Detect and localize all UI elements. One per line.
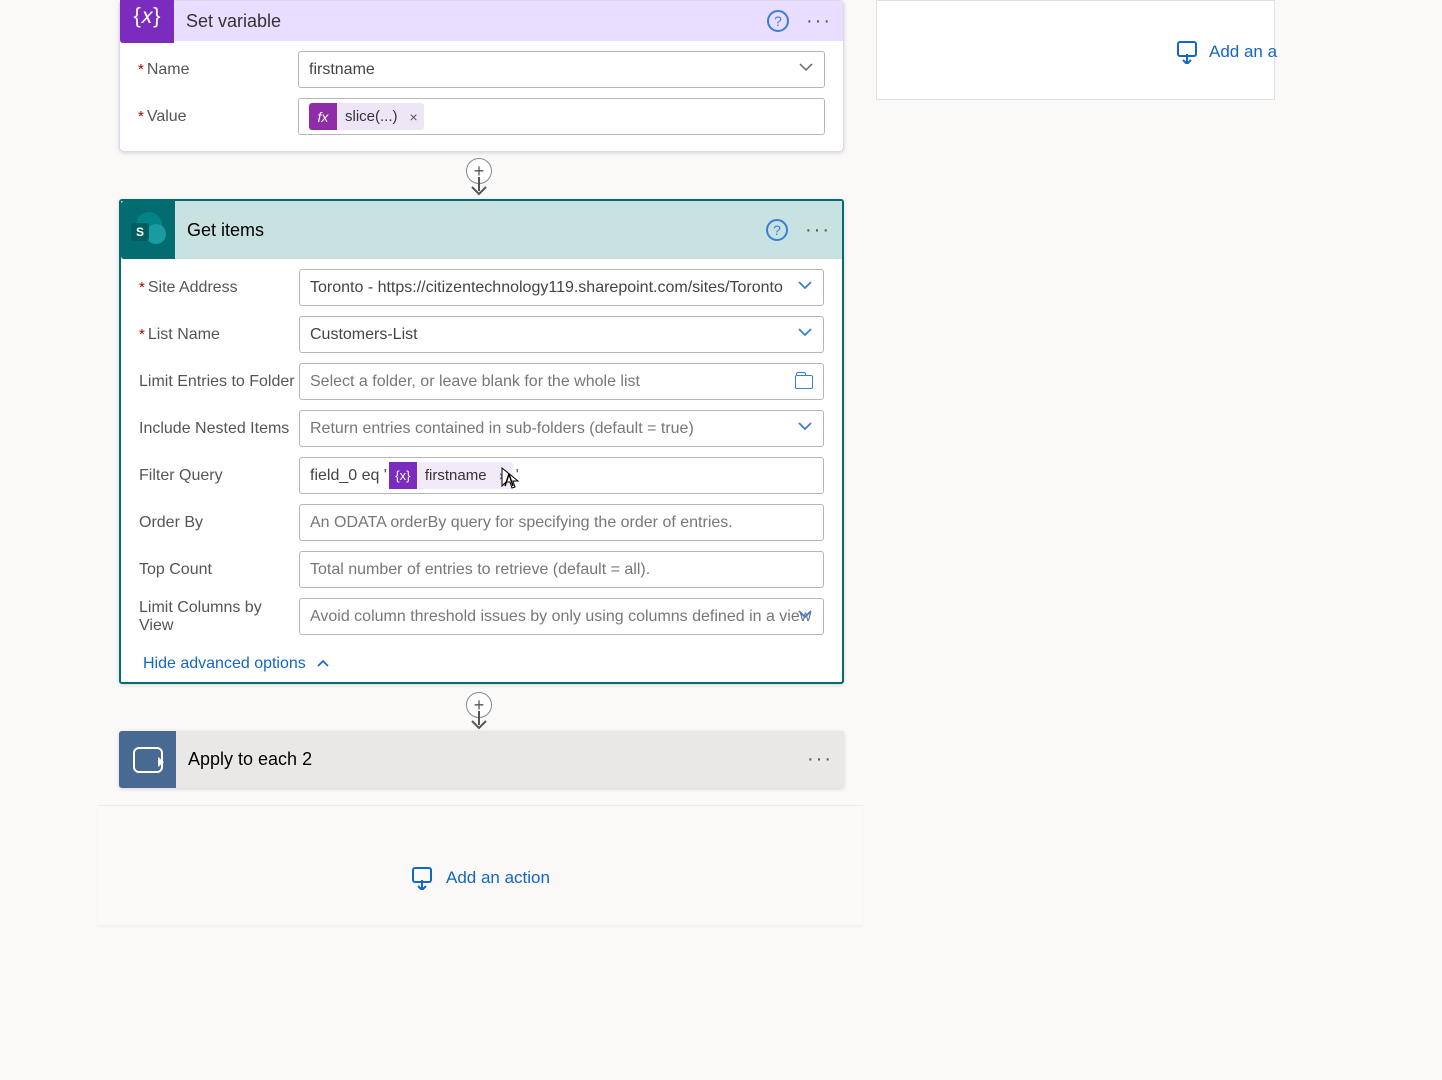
list-name-label: *List Name (139, 326, 299, 344)
value-label: *Value (138, 108, 298, 126)
filter-trailing-quote: ' (516, 467, 519, 485)
folder-picker-icon[interactable] (795, 375, 813, 389)
chevron-down-icon (797, 418, 813, 439)
apply-to-each-title: Apply to each 2 (176, 749, 804, 770)
limit-columns-dropdown[interactable]: Avoid column threshold issues by only us… (299, 598, 824, 635)
remove-token-button[interactable]: × (493, 468, 513, 484)
limit-columns-label: Limit Columns by View (139, 599, 299, 635)
add-action-button[interactable]: Add an action (410, 866, 550, 890)
get-items-header[interactable]: S Get items ? ··· (121, 201, 842, 259)
more-menu-button[interactable]: ··· (804, 748, 844, 771)
token-text: firstname (417, 467, 493, 484)
site-address-label: *Site Address (139, 279, 299, 297)
site-address-value: Toronto - https://citizentechnology119.s… (310, 279, 783, 297)
order-by-label: Order By (139, 514, 299, 532)
loop-icon (119, 731, 176, 788)
chevron-down-icon (797, 606, 813, 627)
set-variable-title: Set variable (174, 11, 767, 32)
limit-columns-placeholder: Avoid column threshold issues by only us… (310, 608, 811, 626)
name-label: *Name (138, 61, 298, 79)
hide-advanced-options-link[interactable]: Hide advanced options (139, 645, 330, 679)
top-count-placeholder: Total number of entries to retrieve (def… (310, 561, 650, 579)
add-action-icon (1175, 40, 1199, 64)
nested-items-placeholder: Return entries contained in sub-folders … (310, 420, 694, 438)
set-variable-card: {𝑥} Set variable ? ··· *Name firstname *… (119, 0, 844, 152)
expression-token[interactable]: fx slice(...) × (309, 103, 424, 130)
limit-folder-placeholder: Select a folder, or leave blank for the … (310, 373, 640, 391)
sharepoint-icon: S (121, 201, 175, 259)
help-icon[interactable]: ? (767, 10, 789, 32)
nested-items-dropdown[interactable]: Return entries contained in sub-folders … (299, 410, 824, 447)
apply-to-each-card: Apply to each 2 ··· (119, 731, 844, 788)
add-action-side-button[interactable]: Add an a (1175, 40, 1277, 64)
set-variable-header[interactable]: {𝑥} Set variable ? ··· (120, 1, 843, 41)
limit-folder-label: Limit Entries to Folder (139, 373, 299, 391)
top-count-input[interactable]: Total number of entries to retrieve (def… (299, 551, 824, 588)
dynamic-content-token[interactable]: {x} firstname × (389, 462, 513, 489)
limit-folder-input[interactable]: Select a folder, or leave blank for the … (299, 363, 824, 400)
variable-icon: {𝑥} (120, 0, 174, 43)
site-address-dropdown[interactable]: Toronto - https://citizentechnology119.s… (299, 269, 824, 306)
more-menu-button[interactable]: ··· (803, 10, 843, 33)
order-by-placeholder: An ODATA orderBy query for specifying th… (310, 514, 733, 532)
get-items-title: Get items (175, 220, 766, 241)
add-action-side-label: Add an a (1209, 42, 1277, 62)
add-action-label: Add an action (446, 868, 550, 888)
remove-token-button[interactable]: × (404, 109, 424, 125)
get-items-card: S Get items ? ··· *Site Address Toronto … (119, 199, 844, 684)
list-name-value: Customers-List (310, 326, 418, 344)
add-action-icon (410, 866, 434, 890)
flow-canvas-area (98, 805, 863, 925)
value-input[interactable]: fx slice(...) × (298, 98, 825, 135)
chevron-down-icon (797, 324, 813, 345)
chevron-up-icon (316, 656, 330, 673)
fx-icon: fx (309, 103, 337, 130)
list-name-dropdown[interactable]: Customers-List (299, 316, 824, 353)
filter-query-text: field_0 eq ' (310, 467, 387, 485)
more-menu-button[interactable]: ··· (802, 219, 842, 242)
apply-to-each-header[interactable]: Apply to each 2 ··· (119, 731, 844, 788)
name-value: firstname (309, 61, 375, 79)
chevron-down-icon (798, 59, 814, 80)
name-dropdown[interactable]: firstname (298, 51, 825, 88)
chevron-down-icon (797, 277, 813, 298)
order-by-input[interactable]: An ODATA orderBy query for specifying th… (299, 504, 824, 541)
top-count-label: Top Count (139, 561, 299, 579)
filter-query-label: Filter Query (139, 467, 299, 485)
help-icon[interactable]: ? (766, 219, 788, 241)
filter-query-input[interactable]: field_0 eq ' {x} firstname × ' (299, 457, 824, 494)
expression-text: slice(...) (337, 108, 404, 125)
variable-icon: {x} (389, 462, 417, 489)
nested-items-label: Include Nested Items (139, 420, 299, 438)
